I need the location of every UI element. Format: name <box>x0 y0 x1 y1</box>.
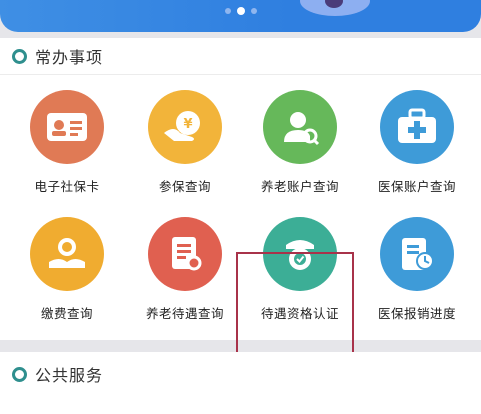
section-title: 公共服务 <box>35 366 104 385</box>
service-item-medical-account[interactable]: 医保账户查询 <box>357 74 477 204</box>
money-hand-icon: ¥ <box>148 90 222 164</box>
section-ring-icon <box>12 48 27 64</box>
camera-verify-icon <box>263 217 337 291</box>
service-label: 医保账户查询 <box>377 179 456 194</box>
service-label: 养老待遇查询 <box>145 306 224 321</box>
service-item-pension-account[interactable]: 养老账户查询 <box>240 74 360 204</box>
coin-hand-icon <box>30 217 104 291</box>
pager-dot-active[interactable] <box>236 7 245 15</box>
progress-doc-icon <box>380 217 454 291</box>
banner-pager <box>0 7 481 15</box>
section-ring-icon <box>12 366 27 382</box>
banner[interactable] <box>0 0 481 32</box>
pager-dot[interactable] <box>224 8 231 14</box>
pager-dot[interactable] <box>250 8 257 14</box>
service-label: 养老账户查询 <box>260 179 339 194</box>
document-search-icon <box>148 217 222 291</box>
section-header: 常办事项 <box>0 38 481 75</box>
service-item-pension-benefit[interactable]: 养老待遇查询 <box>125 201 245 331</box>
service-item-payment-query[interactable]: 缴费查询 <box>7 201 127 331</box>
section-title: 常办事项 <box>35 48 104 67</box>
service-grid: 电子社保卡 ¥ 参保查询 养老账户查询 医保账户查询 缴费查询 养老待遇查询 待… <box>0 74 481 340</box>
user-search-icon <box>263 90 337 164</box>
svg-text:¥: ¥ <box>183 117 192 132</box>
public-services-card: 公共服务 <box>0 352 481 414</box>
service-item-insurance-query[interactable]: ¥ 参保查询 <box>125 74 245 204</box>
service-label: 医保报销进度 <box>377 306 456 321</box>
service-label: 待遇资格认证 <box>260 306 339 321</box>
service-label: 缴费查询 <box>40 306 93 321</box>
service-item-e-social-card[interactable]: 电子社保卡 <box>7 74 127 204</box>
service-label: 参保查询 <box>158 179 211 194</box>
id-card-icon <box>30 90 104 164</box>
medical-kit-icon <box>380 90 454 164</box>
service-label: 电子社保卡 <box>34 179 100 194</box>
service-item-reimbursement-progress[interactable]: 医保报销进度 <box>357 201 477 331</box>
service-item-eligibility-verify[interactable]: 待遇资格认证 <box>240 201 360 331</box>
common-services-card: 常办事项 电子社保卡 ¥ 参保查询 养老账户查询 医保账户查询 缴费查询 养老待… <box>0 38 481 370</box>
section-header: 公共服务 <box>0 352 481 396</box>
